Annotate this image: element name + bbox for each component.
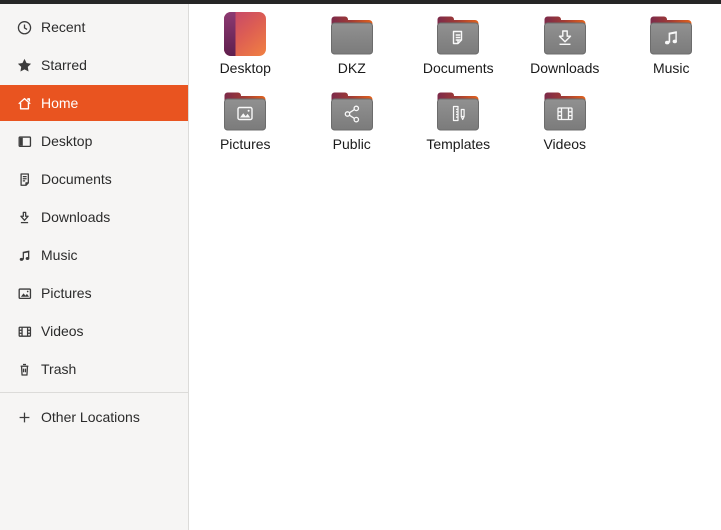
sidebar-item-label: Home xyxy=(41,95,79,111)
pictures-folder-icon xyxy=(221,86,269,134)
sidebar-item-other-locations[interactable]: Other Locations xyxy=(0,399,188,435)
sidebar-item-label: Trash xyxy=(41,361,77,377)
documents-folder-icon xyxy=(434,10,482,58)
sidebar-item-label: Starred xyxy=(41,57,87,73)
star-icon xyxy=(16,57,33,74)
file-label: Music xyxy=(652,60,690,76)
sidebar-item-home[interactable]: Home xyxy=(0,85,188,121)
trash-icon xyxy=(16,361,33,378)
file-item-music[interactable]: Music xyxy=(618,10,721,86)
file-item-templates[interactable]: Templates xyxy=(405,86,512,162)
sidebar-separator xyxy=(0,392,188,393)
file-item-dkz[interactable]: DKZ xyxy=(299,10,406,86)
sidebar-item-downloads[interactable]: Downloads xyxy=(0,199,188,235)
videos-icon xyxy=(16,323,33,340)
sidebar-item-label: Videos xyxy=(41,323,84,339)
file-item-public[interactable]: Public xyxy=(299,86,406,162)
file-item-documents[interactable]: Documents xyxy=(405,10,512,86)
templates-folder-icon xyxy=(434,86,482,134)
file-label: Documents xyxy=(422,60,494,76)
pictures-icon xyxy=(16,285,33,302)
sidebar-item-desktop[interactable]: Desktop xyxy=(0,123,188,159)
music-folder-icon xyxy=(647,10,695,58)
file-item-downloads[interactable]: Downloads xyxy=(512,10,619,86)
file-label: DKZ xyxy=(337,60,366,76)
sidebar-item-recent[interactable]: Recent xyxy=(0,9,188,45)
file-item-videos[interactable]: Videos xyxy=(512,86,619,162)
desktop-icon xyxy=(16,133,33,150)
file-label: Downloads xyxy=(530,60,600,76)
clock-icon xyxy=(16,19,33,36)
sidebar-item-starred[interactable]: Starred xyxy=(0,47,188,83)
sidebar-item-music[interactable]: Music xyxy=(0,237,188,273)
public-folder-icon xyxy=(328,86,376,134)
sidebar-item-label: Recent xyxy=(41,19,86,35)
files-grid: Desktop DKZ Documents Downloads Music Pi… xyxy=(192,10,721,162)
music-note-icon xyxy=(16,247,33,264)
file-manager-window: Recent Starred Home Desktop Documents Do… xyxy=(0,0,721,530)
videos-folder-icon xyxy=(541,86,589,134)
file-item-pictures[interactable]: Pictures xyxy=(192,86,299,162)
sidebar-item-label: Music xyxy=(41,247,78,263)
file-label: Public xyxy=(332,136,371,152)
sidebar-item-pictures[interactable]: Pictures xyxy=(0,275,188,311)
file-item-desktop[interactable]: Desktop xyxy=(192,10,299,86)
sidebar-item-label: Desktop xyxy=(41,133,93,149)
file-label: Videos xyxy=(543,136,587,152)
places-sidebar: Recent Starred Home Desktop Documents Do… xyxy=(0,4,189,530)
sidebar-item-videos[interactable]: Videos xyxy=(0,313,188,349)
downloads-icon xyxy=(16,209,33,226)
sidebar-item-trash[interactable]: Trash xyxy=(0,351,188,387)
file-label: Pictures xyxy=(219,136,271,152)
home-icon xyxy=(16,95,33,112)
sidebar-item-label: Documents xyxy=(41,171,112,187)
sidebar-item-documents[interactable]: Documents xyxy=(0,161,188,197)
plus-icon xyxy=(16,409,33,426)
sidebar-item-label: Pictures xyxy=(41,285,92,301)
desktop-gradient-icon xyxy=(221,10,269,58)
plain-folder-icon xyxy=(328,10,376,58)
sidebar-item-label: Other Locations xyxy=(41,409,140,425)
documents-icon xyxy=(16,171,33,188)
file-label: Templates xyxy=(426,136,491,152)
file-label: Desktop xyxy=(219,60,271,76)
downloads-folder-icon xyxy=(541,10,589,58)
sidebar-item-label: Downloads xyxy=(41,209,111,225)
files-view: Desktop DKZ Documents Downloads Music Pi… xyxy=(189,4,721,530)
